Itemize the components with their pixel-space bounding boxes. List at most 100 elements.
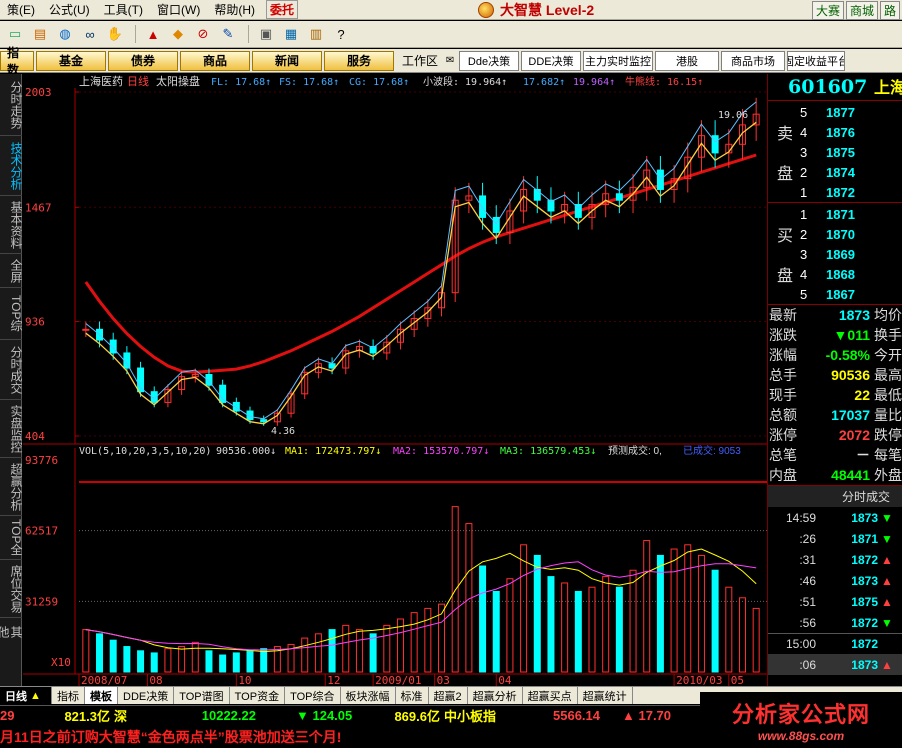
tab-dde-decision-2[interactable]: DDE决策	[521, 50, 582, 71]
volume-bar	[451, 506, 459, 673]
handshake-icon[interactable]: ✋	[104, 24, 126, 44]
indicator-cg: CG: 17.68↑	[349, 77, 409, 88]
time-sales-row[interactable]: :26 1871 ▼	[768, 528, 902, 549]
flag-icon[interactable]: ▭	[4, 24, 26, 44]
sell-row-2[interactable]: 2 1874	[800, 162, 902, 182]
bars-icon[interactable]: ▥	[305, 24, 327, 44]
sidebar-item-seat-trading[interactable]: 席位交易	[0, 560, 23, 618]
sell-row-1[interactable]: 1 1872	[800, 182, 902, 202]
sidebar-item-intraday[interactable]: 分时走势	[0, 74, 23, 136]
quote-stat-label-2: 量比	[874, 407, 902, 423]
tab-main-monitor[interactable]: 主力实时监控	[583, 50, 654, 71]
chart-indicator-name: 太阳操盘	[156, 74, 200, 88]
sidebar-item-technical[interactable]: 技术分析	[0, 136, 23, 196]
toolbar-separator	[135, 25, 136, 43]
sidebar-item-fullscreen[interactable]: 全屏	[0, 254, 23, 288]
bottom-tab[interactable]: 超赢统计	[578, 687, 633, 704]
help-pointer-icon[interactable]: ?	[330, 24, 352, 44]
menu-item-help[interactable]: 帮助(H)	[207, 1, 262, 18]
tab-fund[interactable]: 基金	[36, 50, 106, 71]
volume-bar	[506, 578, 514, 673]
buy-row-4[interactable]: 4 1868	[800, 264, 902, 284]
toolbar: ▭ ▤ ◍ ∞ ✋ ▲ ◆ ⊘ ✎ ▣ ▦ ▥ ?	[0, 21, 902, 48]
tab-service[interactable]: 服务	[324, 50, 394, 71]
buy-level: 1	[800, 206, 808, 222]
print-icon[interactable]: ▣	[255, 24, 277, 44]
menu-item-tools[interactable]: 工具(T)	[97, 1, 150, 18]
contest-button[interactable]: 大赛	[811, 1, 844, 20]
buy-price: 1868	[826, 266, 855, 282]
bottom-tab[interactable]: DDE决策	[118, 687, 175, 704]
buy-row-2[interactable]: 2 1870	[800, 224, 902, 244]
tab-news[interactable]: 新闻	[252, 50, 322, 71]
date-tick-label: 08	[149, 674, 162, 686]
sell-row-4[interactable]: 4 1876	[800, 122, 902, 142]
buy-row-3[interactable]: 3 1869	[800, 244, 902, 264]
chart-canvas[interactable]: 2003 1467 936 404 93776 62517 31259 2008/07 08…	[23, 74, 767, 686]
road-button[interactable]: 路	[879, 1, 900, 20]
sidebar-item-other[interactable]: 其他	[0, 618, 23, 646]
volume-bar	[232, 652, 240, 673]
menu-item-window[interactable]: 窗口(W)	[150, 1, 207, 18]
vol-ma3: MA3: 136579.453↓	[500, 446, 596, 457]
bottom-tab[interactable]: 指标	[52, 687, 85, 704]
tab-dde-decision[interactable]: Dde决策	[459, 50, 520, 71]
gradient-icon[interactable]: ▤	[29, 24, 51, 44]
chart-area[interactable]: 2003 1467 936 404 93776 62517 31259 2008/07 08…	[23, 74, 767, 686]
sidebar-item-top-all[interactable]: TOP全	[0, 516, 23, 560]
volume-bar	[738, 597, 746, 673]
time-sales-row[interactable]: :56 1872 ▼	[768, 612, 902, 633]
bottom-tab[interactable]: 超赢2	[429, 687, 468, 704]
sidebar-item-super-analysis[interactable]: 超赢分析	[0, 458, 23, 516]
time-sales-row[interactable]: :06 1873 ▲	[768, 654, 902, 675]
buy-row-5[interactable]: 5 1867	[800, 284, 902, 304]
time-sales-row[interactable]: 15:00 1872	[768, 633, 902, 654]
pencil-icon[interactable]: ✎	[217, 24, 239, 44]
time-sales-row[interactable]: :31 1872 ▲	[768, 549, 902, 570]
sidebar-item-live-monitor[interactable]: 实盘监控	[0, 400, 23, 458]
time-sales-row[interactable]: 14:59 1873 ▼	[768, 507, 902, 528]
bottom-tab[interactable]: 超赢分析	[468, 687, 523, 704]
dropdown-icon[interactable]: ✉	[444, 51, 456, 71]
sell-row-5[interactable]: 5 1877	[800, 102, 902, 122]
tab-index[interactable]: 指数	[0, 46, 34, 77]
period-indicator[interactable]: 日线 ▲	[0, 687, 52, 704]
workarea-label[interactable]: 工作区	[402, 52, 438, 69]
buy-price: 1867	[826, 286, 855, 302]
binoculars-icon[interactable]: ∞	[79, 24, 101, 44]
menu-item-formula[interactable]: 公式(U)	[42, 1, 97, 18]
trade-button[interactable]: 委托	[266, 0, 299, 19]
no-entry-icon[interactable]: ⊘	[192, 24, 214, 44]
bottom-tab[interactable]: TOP综合	[285, 687, 341, 704]
window-icon[interactable]: ▦	[280, 24, 302, 44]
sidebar-item-fundamentals[interactable]: 基本资料	[0, 196, 23, 254]
diamond-icon[interactable]: ◆	[167, 24, 189, 44]
time-sales-row[interactable]: :46 1873 ▲	[768, 570, 902, 591]
bottom-tab[interactable]: 板块涨幅	[341, 687, 396, 704]
sell-row-3[interactable]: 3 1875	[800, 142, 902, 162]
quote-stat-label-2: 最高	[874, 367, 902, 383]
volume-bar	[191, 641, 199, 673]
buy-row-1[interactable]: 1 1871	[800, 204, 902, 224]
menu-item-strategy[interactable]: 策(E)	[0, 1, 42, 18]
mall-button[interactable]: 商城	[845, 1, 878, 20]
sidebar-item-trades[interactable]: 分时成交	[0, 340, 23, 400]
bottom-tab[interactable]: TOP谱图	[174, 687, 230, 704]
volume-tick-label: 31259	[25, 595, 58, 608]
tab-fixed-income[interactable]: 固定收益平台	[787, 50, 846, 71]
red-icon[interactable]: ▲	[142, 24, 164, 44]
bottom-tab[interactable]: 标准	[396, 687, 429, 704]
tab-commodity-market[interactable]: 商品市场	[721, 50, 786, 71]
bottom-tab[interactable]: TOP资金	[230, 687, 286, 704]
tab-commodity[interactable]: 商品	[180, 50, 250, 71]
red-ma-line	[84, 153, 757, 374]
bottom-tab[interactable]: 模板	[85, 687, 118, 704]
time-sales-row[interactable]: :51 1875 ▲	[768, 591, 902, 612]
bottom-tab[interactable]: 超赢买点	[523, 687, 578, 704]
sidebar-item-top-comp[interactable]: TOP综	[0, 288, 23, 340]
candle-body	[82, 328, 90, 331]
tab-bond[interactable]: 债券	[108, 50, 178, 71]
globe-icon[interactable]: ◍	[54, 24, 76, 44]
date-tick-label: 10	[238, 674, 251, 686]
tab-hk-stocks[interactable]: 港股	[655, 50, 720, 71]
